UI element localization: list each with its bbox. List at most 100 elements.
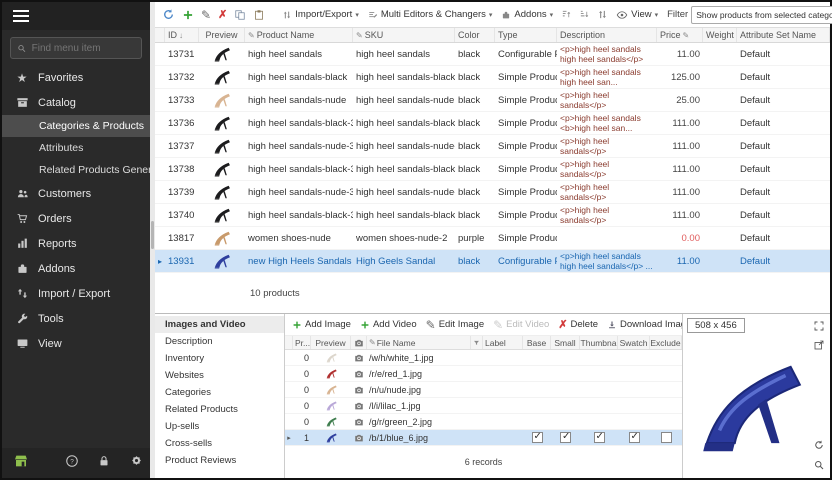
fullscreen-icon[interactable] bbox=[812, 319, 826, 333]
column-header-exclude[interactable]: Exclude bbox=[650, 336, 682, 349]
lock-icon[interactable] bbox=[97, 454, 111, 473]
help-icon[interactable]: ? bbox=[65, 454, 79, 473]
sidebar-item-favorites[interactable]: ★ Favorites bbox=[2, 65, 150, 90]
product-row[interactable]: 13817women shoes-nudewomen shoes-nude-2p… bbox=[155, 227, 830, 250]
tab-related-products[interactable]: Related Products bbox=[155, 401, 284, 418]
panel-splitter[interactable] bbox=[150, 2, 155, 478]
column-header-product-name[interactable]: ✎Product Name bbox=[245, 28, 353, 42]
add-product-button[interactable] bbox=[180, 7, 196, 23]
cell-file-name: /w/h/white_1.jpg bbox=[367, 353, 471, 363]
hamburger-menu-icon[interactable] bbox=[13, 7, 29, 25]
open-external-icon[interactable] bbox=[812, 338, 826, 352]
sort-desc-button[interactable] bbox=[577, 7, 592, 22]
download-image-button[interactable]: Download Image bbox=[607, 319, 691, 330]
multi-editors-menu[interactable]: Multi Editors & Changers▾ bbox=[365, 7, 496, 22]
image-row[interactable]: 0/g/r/green_2.jpg bbox=[285, 414, 682, 430]
product-row[interactable]: 13733high heel sandals-nudehigh heel san… bbox=[155, 89, 830, 112]
column-header-type[interactable]: Type bbox=[495, 28, 557, 42]
product-row[interactable]: 13731high heel sandalshigh heel sandalsb… bbox=[155, 43, 830, 66]
tab-inventory[interactable]: Inventory bbox=[155, 350, 284, 367]
sort-asc-button[interactable] bbox=[559, 7, 574, 22]
copy-button[interactable] bbox=[232, 7, 248, 23]
checkbox-swatch[interactable] bbox=[629, 432, 640, 443]
product-row[interactable]: 13736high heel sandals-black-36high heel… bbox=[155, 112, 830, 135]
tab-product-reviews[interactable]: Product Reviews bbox=[155, 452, 284, 469]
tab-websites[interactable]: Websites bbox=[155, 367, 284, 384]
product-row[interactable]: 13739high heel sandals-nude-37high heel … bbox=[155, 181, 830, 204]
sidebar-search[interactable] bbox=[10, 37, 142, 59]
column-header-sku[interactable]: ✎SKU bbox=[353, 28, 455, 42]
sidebar-item-import-export[interactable]: Import / Export bbox=[2, 281, 150, 306]
product-row[interactable]: 13738high heel sandals-black-37high heel… bbox=[155, 158, 830, 181]
sidebar-item-tools[interactable]: Tools bbox=[2, 306, 150, 331]
sidebar-item-addons[interactable]: Addons bbox=[2, 256, 150, 281]
column-header-preview[interactable]: Preview bbox=[199, 28, 245, 42]
sidebar-item-categories-products[interactable]: Categories & Products bbox=[2, 115, 150, 137]
column-header-file-name[interactable]: ✎File Name bbox=[367, 336, 471, 349]
column-header-attribute-set[interactable]: Attribute Set Name bbox=[737, 28, 830, 42]
tab-up-sells[interactable]: Up-sells bbox=[155, 418, 284, 435]
sidebar-item-orders[interactable]: Orders bbox=[2, 206, 150, 231]
category-filter-select[interactable]: Show products from selected categories▾ bbox=[691, 6, 832, 24]
tab-cross-sells[interactable]: Cross-sells bbox=[155, 435, 284, 452]
checkbox-thumbnail[interactable] bbox=[594, 432, 605, 443]
tab-description[interactable]: Description bbox=[155, 333, 284, 350]
cell-description: <p>high heel sandals high heel sandals</… bbox=[557, 251, 657, 271]
zoom-icon[interactable] bbox=[812, 458, 826, 472]
cell-attribute-set: Default bbox=[737, 49, 830, 60]
sidebar-item-customers[interactable]: Customers bbox=[2, 181, 150, 206]
sidebar-item-catalog[interactable]: Catalog bbox=[2, 90, 150, 115]
image-row[interactable]: ▸1/b/1/blue_6.jpg bbox=[285, 430, 682, 446]
column-header-description[interactable]: Description bbox=[557, 28, 657, 42]
column-header-swatch[interactable]: Swatch bbox=[618, 336, 650, 349]
import-export-menu[interactable]: Import/Export▾ bbox=[279, 7, 362, 22]
cell-image-preview bbox=[311, 351, 351, 364]
search-input[interactable] bbox=[32, 43, 135, 54]
gear-icon[interactable] bbox=[129, 453, 144, 473]
paste-button[interactable] bbox=[251, 7, 267, 23]
edit-image-button[interactable]: ✎Edit Image bbox=[426, 318, 484, 332]
column-header-id[interactable]: ID↓ bbox=[165, 28, 199, 42]
sidebar-item-related-products-generator[interactable]: Related Products Generator bbox=[2, 159, 150, 181]
column-header-small[interactable]: Small bbox=[551, 336, 580, 349]
column-header-camera[interactable] bbox=[351, 336, 367, 349]
column-header-thumbnail[interactable]: Thumbna bbox=[580, 336, 618, 349]
column-header-image-preview[interactable]: Preview bbox=[311, 336, 351, 349]
delete-image-button[interactable]: ✗Delete bbox=[558, 318, 598, 331]
sidebar-item-view[interactable]: View bbox=[2, 331, 150, 356]
tab-images-and-video[interactable]: Images and Video bbox=[155, 316, 284, 333]
checkbox-exclude[interactable] bbox=[661, 432, 672, 443]
addons-menu[interactable]: Addons▾ bbox=[498, 7, 556, 22]
image-row[interactable]: 0/l/i/lilac_1.jpg bbox=[285, 398, 682, 414]
move-rows-button[interactable] bbox=[595, 7, 610, 22]
refresh-button[interactable] bbox=[160, 6, 177, 23]
checkbox-base[interactable] bbox=[532, 432, 543, 443]
sidebar-item-attributes[interactable]: Attributes bbox=[2, 137, 150, 159]
add-image-button[interactable]: Add Image bbox=[292, 319, 351, 330]
product-row[interactable]: 13740high heel sandals-black-38high heel… bbox=[155, 204, 830, 227]
column-header-base[interactable]: Base bbox=[523, 336, 551, 349]
store-icon[interactable] bbox=[13, 453, 29, 474]
view-menu[interactable]: View▾ bbox=[613, 7, 661, 23]
image-row[interactable]: 0/w/h/white_1.jpg bbox=[285, 350, 682, 366]
edit-product-button[interactable]: ✎ bbox=[199, 6, 213, 24]
product-row[interactable]: 13732high heel sandals-blackhigh heel sa… bbox=[155, 66, 830, 89]
column-header-filter[interactable] bbox=[471, 336, 483, 349]
delete-product-button[interactable]: ✗ bbox=[216, 6, 229, 23]
column-header-weight[interactable]: Weight bbox=[703, 28, 737, 42]
product-row[interactable]: ▸13931new High Heels SandalsHigh Geels S… bbox=[155, 250, 830, 273]
row-expander[interactable]: ▸ bbox=[155, 257, 165, 266]
column-header-priority[interactable]: Pr... bbox=[293, 336, 311, 349]
tab-categories[interactable]: Categories bbox=[155, 384, 284, 401]
rotate-icon[interactable] bbox=[812, 438, 826, 452]
add-video-button[interactable]: Add Video bbox=[360, 319, 417, 330]
column-header-label[interactable]: Label bbox=[483, 336, 523, 349]
sidebar-item-reports[interactable]: Reports bbox=[2, 231, 150, 256]
row-expander[interactable]: ▸ bbox=[285, 434, 293, 442]
product-row[interactable]: 13737high heel sandals-nude-36high heel … bbox=[155, 135, 830, 158]
column-header-price[interactable]: Price✎ bbox=[657, 28, 703, 42]
image-row[interactable]: 0/r/e/red_1.jpg bbox=[285, 366, 682, 382]
image-row[interactable]: 0/n/u/nude.jpg bbox=[285, 382, 682, 398]
column-header-color[interactable]: Color bbox=[455, 28, 495, 42]
checkbox-small[interactable] bbox=[560, 432, 571, 443]
